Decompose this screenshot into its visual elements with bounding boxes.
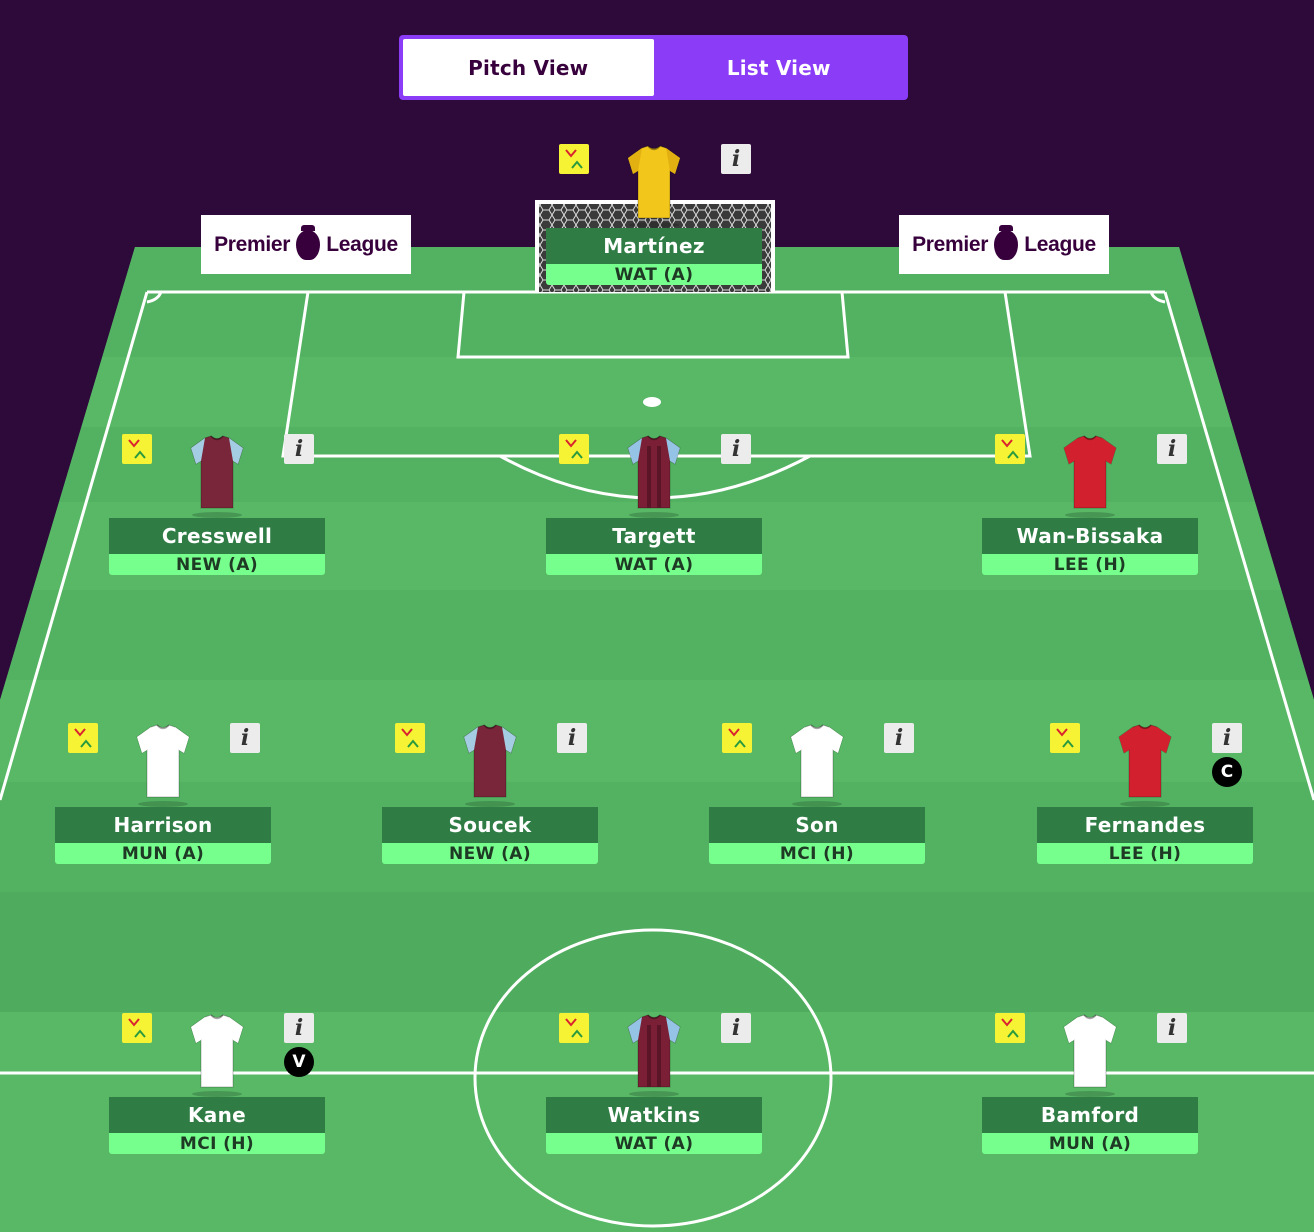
- pitch-view-tab[interactable]: Pitch View: [403, 39, 654, 96]
- player-fixture: MCI (H): [709, 843, 925, 864]
- shirt-icon: [624, 1013, 684, 1095]
- player-fixture: NEW (A): [109, 554, 325, 575]
- swap-arrows-icon[interactable]: [68, 723, 98, 753]
- player-card[interactable]: i C Fernandes LEE (H): [1037, 721, 1253, 864]
- player-fixture: NEW (A): [382, 843, 598, 864]
- player-fixture: MCI (H): [109, 1133, 325, 1154]
- swap-arrows-icon[interactable]: [995, 434, 1025, 464]
- info-icon[interactable]: i: [721, 1013, 751, 1043]
- board-text-league: League: [1024, 232, 1096, 256]
- view-toggle: Pitch View List View: [399, 35, 908, 100]
- player-name: Targett: [546, 518, 762, 554]
- vice-captain-badge: V: [284, 1047, 314, 1077]
- premier-league-lion-logo: [994, 224, 1019, 260]
- player-card[interactable]: i Harrison MUN (A): [55, 721, 271, 864]
- player-card[interactable]: i Martínez WAT (A): [546, 142, 762, 285]
- player-card[interactable]: i Soucek NEW (A): [382, 721, 598, 864]
- info-icon[interactable]: i: [884, 723, 914, 753]
- info-icon[interactable]: i: [284, 434, 314, 464]
- swap-arrows-icon[interactable]: [722, 723, 752, 753]
- player-name: Wan-Bissaka: [982, 518, 1198, 554]
- player-card[interactable]: i Targett WAT (A): [546, 432, 762, 575]
- player-fixture: WAT (A): [546, 264, 762, 285]
- shirt-icon: [460, 723, 520, 805]
- player-fixture: WAT (A): [546, 1133, 762, 1154]
- swap-arrows-icon[interactable]: [559, 144, 589, 174]
- player-name: Soucek: [382, 807, 598, 843]
- shirt-icon: [624, 434, 684, 516]
- swap-arrows-icon[interactable]: [122, 1013, 152, 1043]
- shirt-icon: [133, 723, 193, 805]
- swap-arrows-icon[interactable]: [395, 723, 425, 753]
- swap-arrows-icon[interactable]: [559, 434, 589, 464]
- swap-arrows-icon[interactable]: [559, 1013, 589, 1043]
- info-icon[interactable]: i: [721, 434, 751, 464]
- player-name: Harrison: [55, 807, 271, 843]
- info-icon[interactable]: i: [557, 723, 587, 753]
- player-name: Cresswell: [109, 518, 325, 554]
- premier-league-board-left: Premier League: [201, 215, 411, 274]
- shirt-icon: [624, 144, 684, 226]
- info-icon[interactable]: i: [1212, 723, 1242, 753]
- player-card[interactable]: i Bamford MUN (A): [982, 1011, 1198, 1154]
- board-text-league: League: [326, 232, 398, 256]
- player-card[interactable]: i Son MCI (H): [709, 721, 925, 864]
- info-icon[interactable]: i: [1157, 434, 1187, 464]
- player-name: Bamford: [982, 1097, 1198, 1133]
- player-name: Martínez: [546, 228, 762, 264]
- shirt-icon: [187, 1013, 247, 1095]
- swap-arrows-icon[interactable]: [122, 434, 152, 464]
- premier-league-lion-logo: [296, 224, 321, 260]
- player-name: Kane: [109, 1097, 325, 1133]
- shirt-icon: [787, 723, 847, 805]
- player-fixture: MUN (A): [55, 843, 271, 864]
- player-card[interactable]: i V Kane MCI (H): [109, 1011, 325, 1154]
- list-view-tab[interactable]: List View: [654, 39, 905, 96]
- player-fixture: MUN (A): [982, 1133, 1198, 1154]
- player-card[interactable]: i Wan-Bissaka LEE (H): [982, 432, 1198, 575]
- player-name: Son: [709, 807, 925, 843]
- board-text-premier: Premier: [214, 232, 291, 256]
- player-fixture: WAT (A): [546, 554, 762, 575]
- info-icon[interactable]: i: [721, 144, 751, 174]
- premier-league-board-right: Premier League: [899, 215, 1109, 274]
- captain-badge: C: [1212, 757, 1242, 787]
- shirt-icon: [187, 434, 247, 516]
- board-text-premier: Premier: [912, 232, 989, 256]
- info-icon[interactable]: i: [1157, 1013, 1187, 1043]
- player-fixture: LEE (H): [982, 554, 1198, 575]
- shirt-icon: [1060, 434, 1120, 516]
- info-icon[interactable]: i: [230, 723, 260, 753]
- player-fixture: LEE (H): [1037, 843, 1253, 864]
- shirt-icon: [1115, 723, 1175, 805]
- player-name: Watkins: [546, 1097, 762, 1133]
- player-name: Fernandes: [1037, 807, 1253, 843]
- player-card[interactable]: i Cresswell NEW (A): [109, 432, 325, 575]
- shirt-icon: [1060, 1013, 1120, 1095]
- info-icon[interactable]: i: [284, 1013, 314, 1043]
- swap-arrows-icon[interactable]: [995, 1013, 1025, 1043]
- player-card[interactable]: i Watkins WAT (A): [546, 1011, 762, 1154]
- swap-arrows-icon[interactable]: [1050, 723, 1080, 753]
